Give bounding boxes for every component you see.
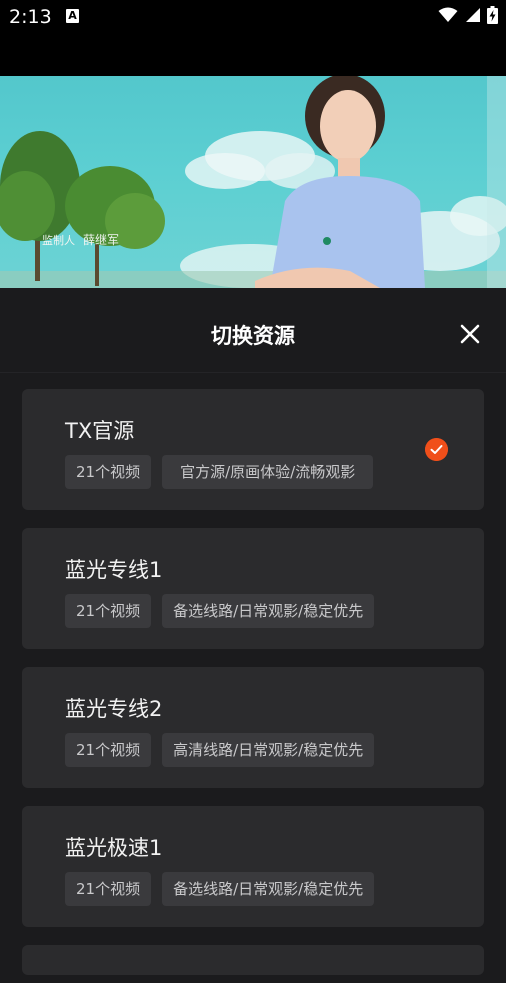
close-icon[interactable] bbox=[458, 322, 482, 346]
source-list: TX官源 21个视频 官方源/原画体验/流畅观影 蓝光专线1 21个视频 备选线… bbox=[22, 389, 484, 983]
notification-icon: A bbox=[66, 9, 79, 23]
source-card[interactable]: 蓝光专线2 21个视频 高清线路/日常观影/稳定优先 bbox=[22, 667, 484, 788]
selected-check-icon bbox=[425, 438, 448, 461]
source-name: TX官源 bbox=[65, 419, 135, 443]
credit-name: 薛继军 bbox=[83, 233, 120, 247]
video-player[interactable]: 监制人 薛继军 bbox=[0, 76, 506, 288]
video-count-tag: 21个视频 bbox=[65, 872, 152, 906]
video-frame-image bbox=[0, 76, 506, 288]
signal-icon bbox=[466, 8, 480, 22]
wifi-icon bbox=[438, 7, 458, 22]
source-desc-tag: 高清线路/日常观影/稳定优先 bbox=[162, 733, 375, 767]
source-card-partial[interactable] bbox=[22, 945, 484, 975]
video-credit-caption: 监制人 薛继军 bbox=[42, 231, 119, 248]
status-bar: 2:13 A bbox=[0, 0, 506, 34]
source-card[interactable]: 蓝光极速1 21个视频 备选线路/日常观影/稳定优先 bbox=[22, 806, 484, 927]
source-tags: 21个视频 官方源/原画体验/流畅观影 bbox=[65, 455, 374, 489]
status-time: 2:13 bbox=[9, 6, 52, 28]
source-card[interactable]: 蓝光专线1 21个视频 备选线路/日常观影/稳定优先 bbox=[22, 528, 484, 649]
video-top-band bbox=[0, 34, 506, 76]
credit-role: 监制人 bbox=[42, 234, 75, 247]
source-desc-tag: 备选线路/日常观影/稳定优先 bbox=[162, 872, 375, 906]
source-desc-tag: 官方源/原画体验/流畅观影 bbox=[162, 455, 374, 489]
source-desc-tag: 备选线路/日常观影/稳定优先 bbox=[162, 594, 375, 628]
video-count-tag: 21个视频 bbox=[65, 733, 152, 767]
source-name: 蓝光专线1 bbox=[65, 558, 163, 582]
source-name: 蓝光专线2 bbox=[65, 697, 163, 721]
switch-source-sheet: 切换资源 TX官源 21个视频 官方源/原画体验/流畅观影 蓝光专线1 21个视… bbox=[0, 296, 506, 983]
battery-charging-icon bbox=[487, 6, 498, 24]
source-card[interactable]: TX官源 21个视频 官方源/原画体验/流畅观影 bbox=[22, 389, 484, 510]
source-tags: 21个视频 备选线路/日常观影/稳定优先 bbox=[65, 594, 375, 628]
source-tags: 21个视频 高清线路/日常观影/稳定优先 bbox=[65, 733, 375, 767]
source-tags: 21个视频 备选线路/日常观影/稳定优先 bbox=[65, 872, 375, 906]
status-icons bbox=[438, 6, 498, 24]
video-count-tag: 21个视频 bbox=[65, 455, 152, 489]
source-name: 蓝光极速1 bbox=[65, 836, 163, 860]
sheet-title: 切换资源 bbox=[211, 324, 295, 348]
sheet-header: 切换资源 bbox=[0, 296, 506, 373]
video-count-tag: 21个视频 bbox=[65, 594, 152, 628]
